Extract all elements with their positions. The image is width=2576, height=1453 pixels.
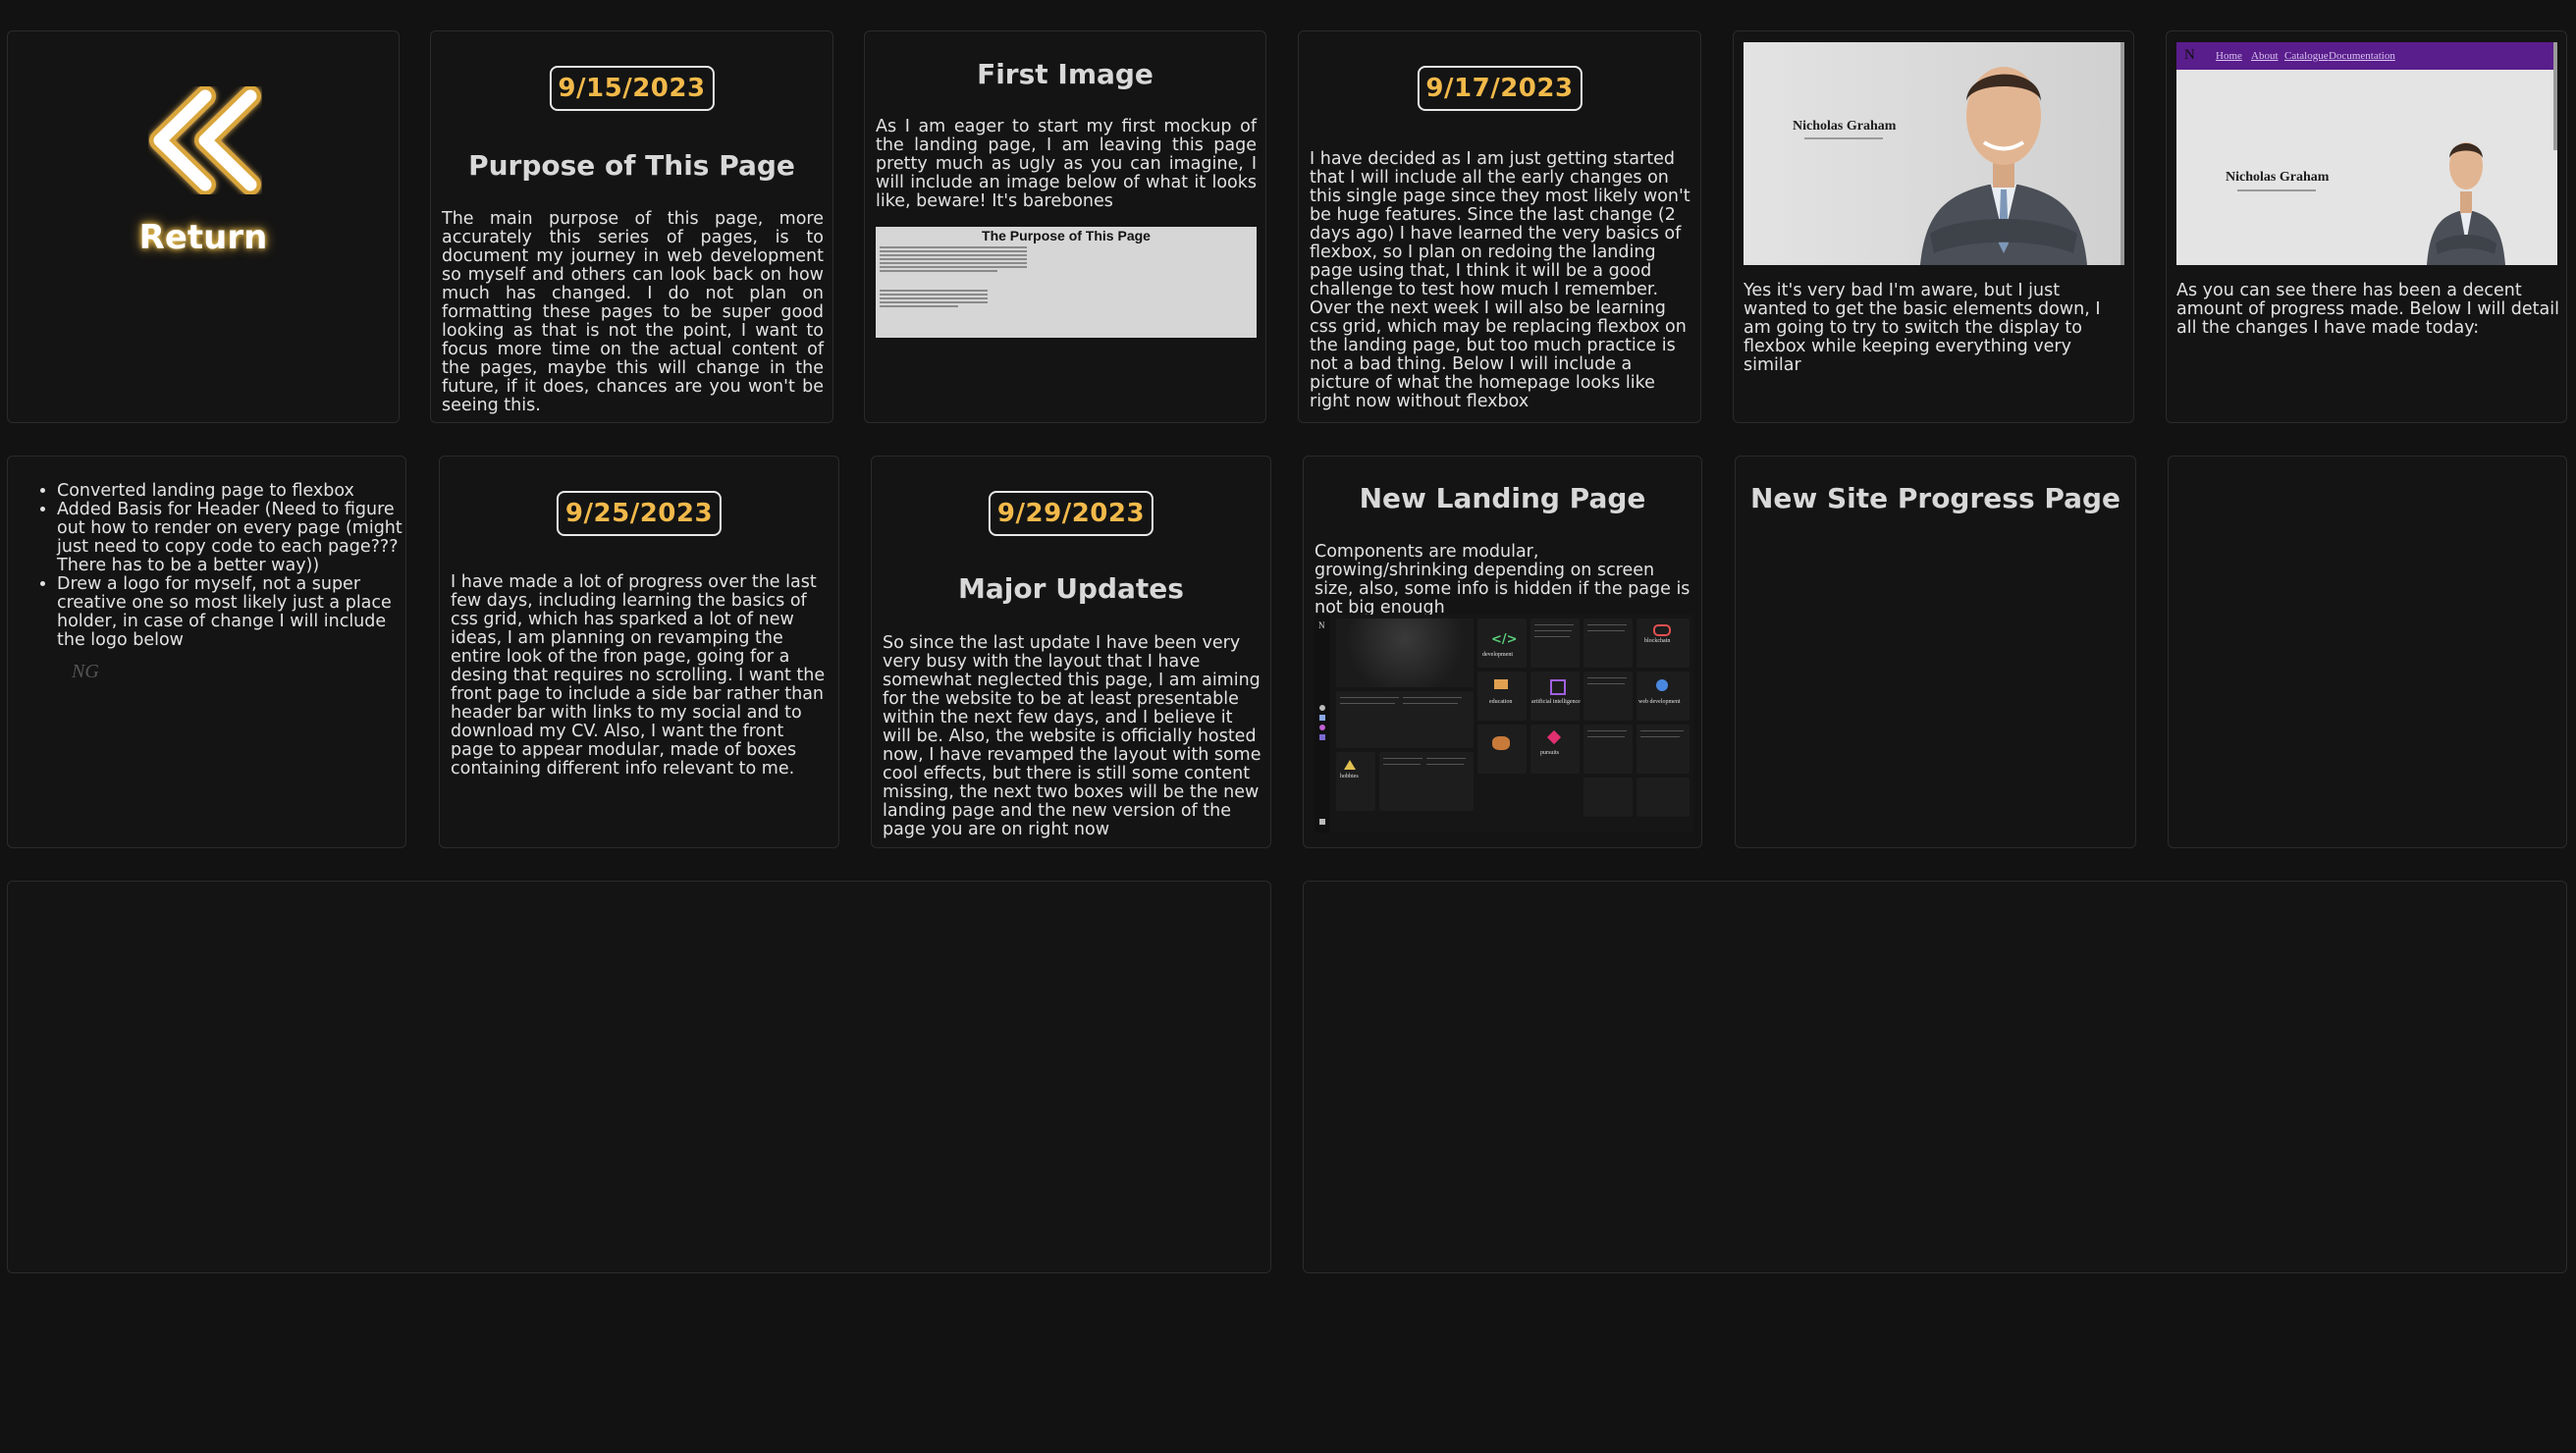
- new-progress-card: New Site Progress Page: [1735, 456, 2136, 848]
- nav-documentation: Documentation: [2329, 50, 2395, 62]
- tile-label: education: [1489, 699, 1513, 705]
- screenshot-name: Nicholas Graham: [1793, 119, 1897, 134]
- tile-label: pursuits: [1540, 750, 1560, 756]
- list-item: Converted landing page to flexbox: [57, 482, 405, 501]
- person-photo: [2427, 142, 2505, 265]
- first-image-card: First Image As I am eager to start my fi…: [864, 30, 1266, 423]
- logo-icon: N: [2184, 47, 2195, 63]
- major-title: Major Updates: [958, 572, 1184, 605]
- major-text: So since the last update I have been ver…: [883, 633, 1261, 839]
- changes-list: Converted landing page to flexbox Added …: [35, 482, 405, 650]
- nav-home: Home: [2216, 50, 2242, 62]
- return-card[interactable]: Return: [7, 30, 400, 423]
- grid-text: I have made a lot of progress over the l…: [451, 572, 826, 779]
- list-item: Drew a logo for myself, not a super crea…: [57, 575, 405, 650]
- progress-shot-text: As you can see there has been a decent a…: [2176, 281, 2559, 338]
- flexbox-card: 9/17/2023 I have decided as I am just ge…: [1298, 30, 1701, 423]
- date-badge: 9/25/2023: [556, 491, 723, 536]
- empty-card: [2168, 456, 2567, 848]
- date-badge: 9/15/2023: [549, 66, 715, 111]
- new-landing-card: New Landing Page Components are modular,…: [1303, 456, 1702, 848]
- homepage-screenshot: Nicholas Graham: [1744, 42, 2124, 265]
- person-photo: [1920, 67, 2087, 265]
- purpose-text: The main purpose of this page, more accu…: [442, 209, 824, 415]
- purpose-title: Purpose of This Page: [468, 149, 795, 182]
- first-image-text: As I am eager to start my first mockup o…: [876, 117, 1257, 211]
- progress-shot-card: N Home About Catalogue Documentation Nic…: [2166, 30, 2567, 423]
- screenshot-name: Nicholas Graham: [2226, 170, 2330, 185]
- nav-about: About: [2251, 50, 2279, 62]
- homepage-shot-text: Yes it's very bad I'm aware, but I just …: [1744, 281, 2101, 375]
- date-badge: 9/29/2023: [988, 491, 1154, 536]
- date-badge: 9/17/2023: [1417, 66, 1583, 111]
- new-landing-text: Components are modular, growing/shrinkin…: [1315, 542, 1690, 618]
- major-card: 9/29/2023 Major Updates So since the las…: [871, 456, 1271, 848]
- return-label[interactable]: Return: [8, 218, 399, 257]
- logo-icon: NG: [72, 661, 99, 682]
- mockup-title: The Purpose of This Page: [982, 228, 1151, 243]
- tile-label: hobbies: [1340, 774, 1359, 780]
- nav-bar: N Home About Catalogue Documentation: [2176, 42, 2557, 70]
- list-item: Added Basis for Header (Need to figure o…: [57, 501, 405, 575]
- header-screenshot: N Home About Catalogue Documentation Nic…: [2176, 42, 2557, 265]
- homepage-shot-card: Nicholas Graham Yes it's very bad I'm aw…: [1733, 30, 2134, 423]
- landing-screenshot: N </> development blockchain education a…: [1315, 615, 1693, 833]
- tile-label: blockchain: [1644, 638, 1671, 644]
- flexbox-text: I have decided as I am just getting star…: [1310, 149, 1690, 411]
- double-chevron-left-icon: [149, 86, 261, 194]
- new-landing-title: New Landing Page: [1359, 482, 1646, 514]
- nav-catalogue: Catalogue: [2284, 50, 2329, 62]
- first-mockup-screenshot: The Purpose of This Page: [876, 227, 1257, 338]
- tile-label: artificial intelligence: [1531, 699, 1581, 705]
- wide-empty-card-left: [7, 881, 1271, 1273]
- new-progress-title: New Site Progress Page: [1749, 482, 2121, 514]
- grid-card: 9/25/2023 I have made a lot of progress …: [439, 456, 839, 848]
- tile-label: web development: [1638, 699, 1681, 705]
- first-image-title: First Image: [977, 58, 1154, 90]
- tile-label: development: [1482, 652, 1513, 658]
- changes-card: Converted landing page to flexbox Added …: [7, 456, 406, 848]
- purpose-card: 9/15/2023 Purpose of This Page The main …: [430, 30, 833, 423]
- wide-empty-card-right: [1303, 881, 2567, 1273]
